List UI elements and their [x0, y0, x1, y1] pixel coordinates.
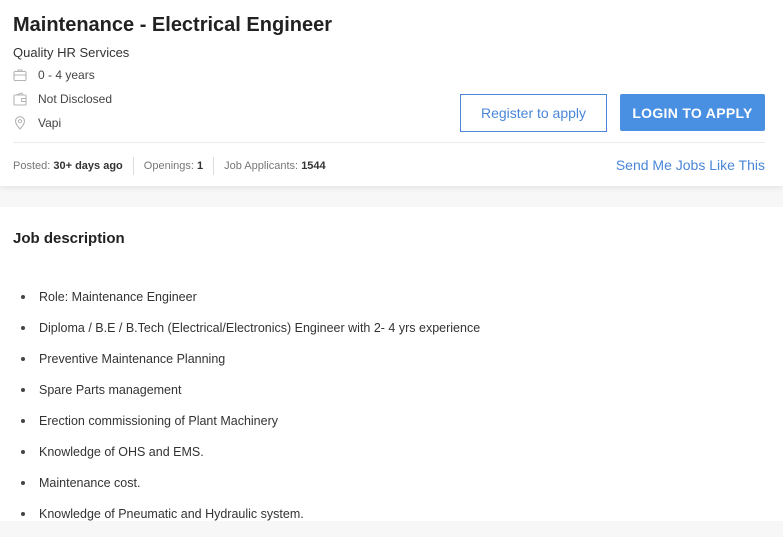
- applicants-stat: Job Applicants: 1544: [224, 160, 326, 172]
- register-to-apply-button[interactable]: Register to apply: [460, 94, 607, 132]
- list-item-text: Role: Maintenance Engineer: [39, 290, 197, 304]
- bullet: [21, 357, 25, 361]
- location-pin-icon: [13, 116, 27, 130]
- applicants-label: Job Applicants:: [224, 160, 299, 172]
- bullet: [21, 295, 25, 299]
- applicants-value: 1544: [301, 160, 326, 172]
- job-stats: Posted: 30+ days ago Openings: 1 Job App…: [13, 157, 326, 175]
- list-item-text: Spare Parts management: [39, 383, 182, 397]
- job-title: Maintenance - Electrical Engineer: [13, 14, 332, 36]
- job-description-heading: Job description: [13, 230, 125, 247]
- briefcase-icon: [13, 68, 27, 82]
- openings-value: 1: [197, 160, 204, 172]
- bullet: [21, 450, 25, 454]
- login-to-apply-button[interactable]: LOGIN TO APPLY: [620, 94, 765, 131]
- stat-separator: [213, 157, 215, 175]
- location-value[interactable]: Vapi: [38, 116, 61, 130]
- list-item-text: Preventive Maintenance Planning: [39, 352, 226, 366]
- list-item-text: Diploma / B.E / B.Tech (Electrical/Elect…: [39, 321, 481, 335]
- experience-row: 0 - 4 years: [13, 67, 95, 83]
- list-item-text: Knowledge of Pneumatic and Hydraulic sys…: [39, 507, 304, 521]
- bullet: [21, 326, 25, 330]
- list-item: Preventive Maintenance Planning: [0, 351, 480, 382]
- posted-value: 30+ days ago: [53, 160, 123, 172]
- openings-stat: Openings: 1: [144, 160, 203, 172]
- job-description-section: Job description Role: Maintenance Engine…: [0, 207, 783, 521]
- posted-stat: Posted: 30+ days ago: [13, 160, 123, 172]
- location-row: Vapi: [13, 115, 61, 131]
- list-item: Diploma / B.E / B.Tech (Electrical/Elect…: [0, 320, 480, 351]
- wallet-icon: [13, 92, 27, 106]
- list-item: Knowledge of OHS and EMS.: [0, 444, 480, 475]
- list-item-text: Knowledge of OHS and EMS.: [39, 445, 204, 459]
- experience-value: 0 - 4 years: [38, 68, 95, 82]
- stat-separator: [132, 157, 134, 175]
- list-item: Role: Maintenance Engineer: [0, 289, 480, 320]
- list-item: Knowledge of Pneumatic and Hydraulic sys…: [0, 506, 480, 537]
- bullet: [21, 388, 25, 392]
- list-item-text: Erection commissioning of Plant Machiner…: [39, 414, 278, 428]
- bullet: [21, 419, 25, 423]
- openings-label: Openings:: [143, 160, 194, 172]
- job-header-card: Maintenance - Electrical Engineer Qualit…: [0, 0, 783, 186]
- bullet: [21, 481, 25, 485]
- salary-value: Not Disclosed: [38, 92, 113, 106]
- send-me-jobs-like-this-link[interactable]: Send Me Jobs Like This: [616, 157, 765, 173]
- list-item: Spare Parts management: [0, 382, 480, 413]
- list-item: Maintenance cost.: [0, 475, 480, 506]
- divider: [13, 142, 765, 143]
- bullet: [21, 512, 25, 516]
- list-item: Erection commissioning of Plant Machiner…: [0, 413, 480, 444]
- list-item-text: Maintenance cost.: [39, 476, 141, 490]
- company-name[interactable]: Quality HR Services: [13, 45, 129, 60]
- posted-label: Posted:: [13, 160, 51, 172]
- salary-row: Not Disclosed: [13, 91, 112, 107]
- job-description-list: Role: Maintenance Engineer Diploma / B.E…: [0, 289, 480, 537]
